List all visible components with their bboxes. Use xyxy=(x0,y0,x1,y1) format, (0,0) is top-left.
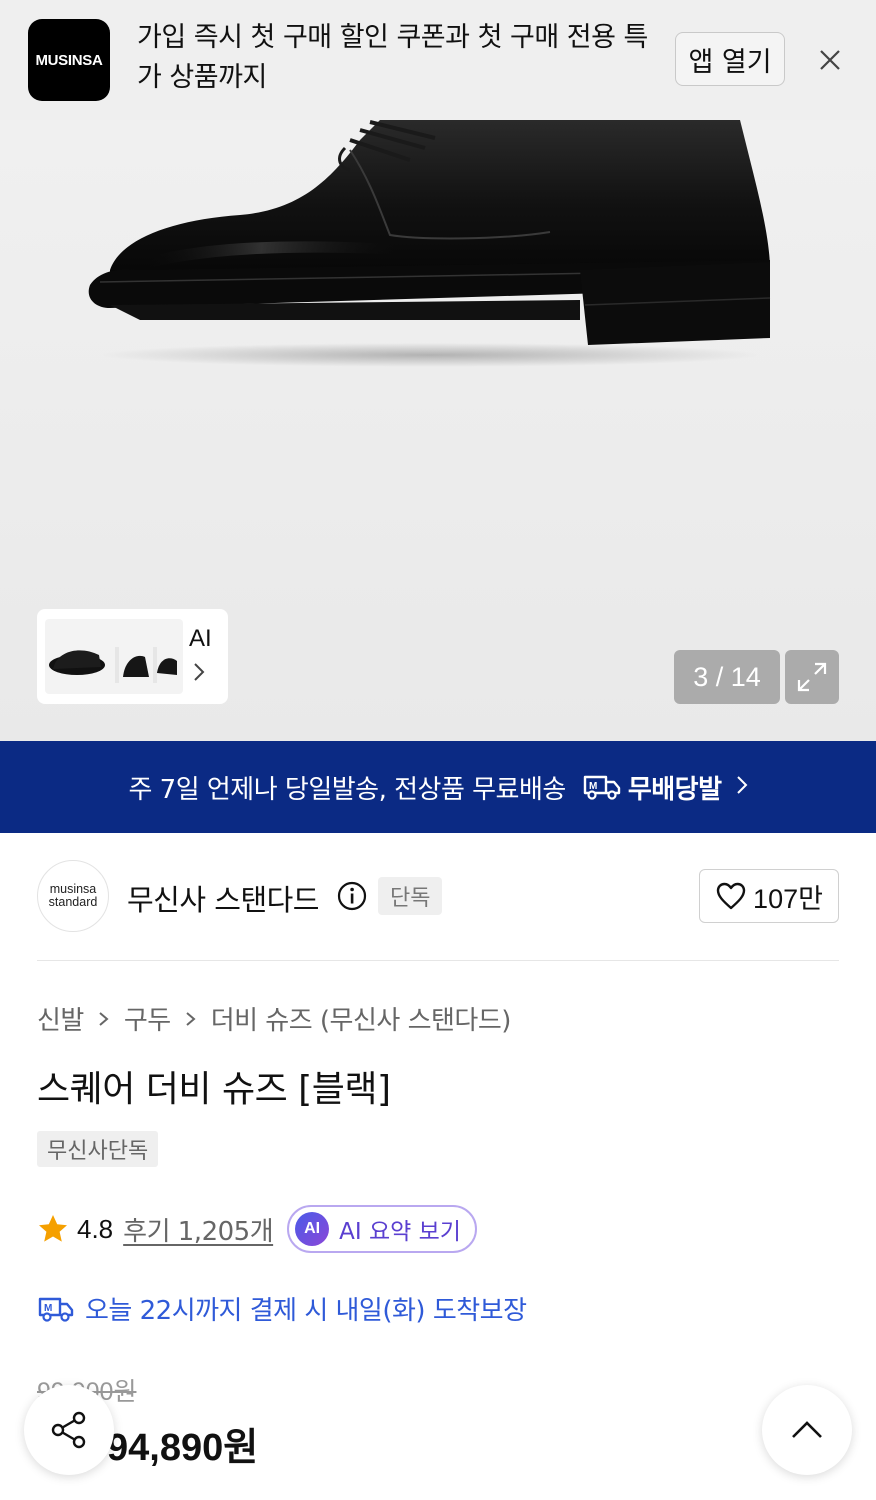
breadcrumb-item[interactable]: 신발 xyxy=(37,1000,84,1037)
exclusive-badge: 단독 xyxy=(378,877,443,915)
product-tag: 무신사단독 xyxy=(37,1131,159,1167)
ai-summary-button[interactable]: AI AI 요약 보기 xyxy=(287,1205,477,1253)
breadcrumb: 신발 구두 더비 슈즈 (무신사 스탠다드) xyxy=(37,1000,511,1037)
open-app-button[interactable]: 앱 열기 xyxy=(675,32,785,86)
banner-message: 가입 즉시 첫 구매 할인 쿠폰과 첫 구매 전용 특가 상품까지 xyxy=(137,22,648,93)
delivery-brand: M 무배당발 xyxy=(582,769,722,806)
chevron-up-icon xyxy=(792,1421,822,1438)
like-count: 107만 xyxy=(753,883,823,914)
scroll-top-button[interactable] xyxy=(762,1385,852,1475)
rating-value: 4.8 xyxy=(77,1213,114,1244)
ai-summary-label: AI 요약 보기 xyxy=(339,1219,461,1245)
ai-thumbnail-card[interactable]: AI xyxy=(37,609,228,704)
brand-name[interactable]: 무신사 스탠다드 xyxy=(127,877,319,919)
brand-row: musinsa standard 무신사 스탠다드 단독 107만 xyxy=(0,833,876,961)
expand-icon[interactable] xyxy=(785,650,839,704)
heart-icon xyxy=(716,882,746,910)
delivery-truck-icon: M xyxy=(583,775,621,800)
breadcrumb-item[interactable]: 더비 슈즈 (무신사 스탠다드) xyxy=(211,1000,512,1037)
brand-logo[interactable]: musinsa standard xyxy=(37,860,109,932)
divider xyxy=(37,960,839,961)
rating-row: 4.8 후기 1,205개 AI AI 요약 보기 xyxy=(37,1204,477,1254)
close-icon[interactable] xyxy=(812,42,848,78)
breadcrumb-item[interactable]: 구두 xyxy=(124,1000,171,1037)
delivery-promo-banner[interactable]: 주 7일 언제나 당일발송, 전상품 무료배송 M 무배당발 xyxy=(0,741,876,833)
thumbnail-ai-label: AI xyxy=(189,625,212,652)
star-icon xyxy=(39,1215,67,1242)
info-icon[interactable] xyxy=(336,880,368,916)
product-title: 스퀘어 더비 슈즈 [블랙] xyxy=(37,1069,391,1110)
image-counter: 3 / 14 xyxy=(674,650,780,704)
svg-text:M: M xyxy=(44,1303,52,1314)
ai-icon: AI xyxy=(295,1212,330,1246)
delivery-promo-text: 주 7일 언제나 당일발송, 전상품 무료배송 xyxy=(128,774,566,805)
chevron-right-icon xyxy=(192,661,206,687)
svg-text:M: M xyxy=(589,781,597,792)
arrival-guarantee: M 오늘 22시까지 결제 시 내일(화) 도착보장 xyxy=(37,1290,527,1327)
arrival-text: 오늘 22시까지 결제 시 내일(화) 도착보장 xyxy=(85,1296,527,1326)
delivery-brand-label: 무배당발 xyxy=(627,774,722,805)
sale-price: 94,890원 xyxy=(107,1427,259,1469)
share-icon xyxy=(51,1411,86,1449)
product-shoe-image xyxy=(88,120,771,367)
review-count-link[interactable]: 후기 1,205개 xyxy=(123,1211,273,1248)
like-button[interactable]: 107만 xyxy=(699,869,839,923)
product-image-gallery[interactable]: AI 3 / 14 xyxy=(0,120,876,741)
app-install-banner: MUSINSA 가입 즉시 첫 구매 할인 쿠폰과 첫 구매 전용 특가 상품까… xyxy=(0,0,876,120)
delivery-truck-icon: M xyxy=(38,1297,74,1322)
chevron-right-icon xyxy=(185,1009,197,1029)
brand-logo-line2: standard xyxy=(48,895,98,909)
thumbnail-image xyxy=(45,619,183,694)
musinsa-logo: MUSINSA xyxy=(28,19,110,101)
share-button[interactable] xyxy=(24,1385,114,1475)
chevron-right-icon xyxy=(98,1009,110,1029)
chevron-right-icon xyxy=(736,772,748,802)
